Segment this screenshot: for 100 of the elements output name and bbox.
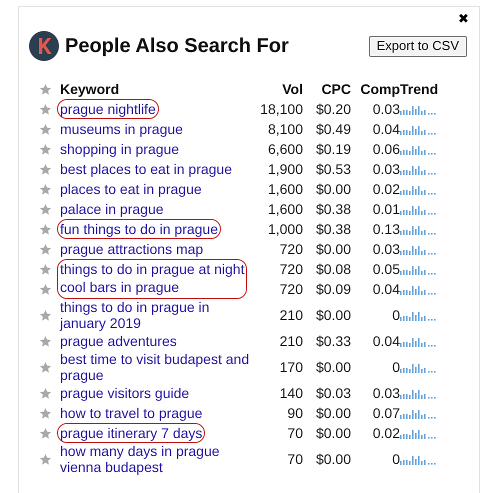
- star-icon[interactable]: [38, 242, 52, 256]
- logo-icon: [29, 31, 59, 61]
- star-icon[interactable]: [38, 406, 52, 420]
- table-cell-text: $0.38: [316, 200, 351, 219]
- table-cell-text: 1,000: [268, 220, 303, 239]
- star-icon[interactable]: [38, 102, 52, 116]
- trend-sparkline: [400, 203, 438, 215]
- trend-sparkline: [400, 335, 438, 347]
- table-cell-text: $0.33: [316, 332, 351, 351]
- table-cell-text: 210: [280, 332, 303, 351]
- star-icon[interactable]: [38, 82, 52, 96]
- table-cell-text: 0.07: [372, 404, 400, 423]
- trend-sparkline: [400, 361, 438, 373]
- keyword-link[interactable]: how to travel to prague: [60, 405, 253, 421]
- star-icon[interactable]: [38, 182, 52, 196]
- table-cell-text: 1,900: [268, 160, 303, 179]
- trend-sparkline: [400, 223, 438, 235]
- trend-sparkline: [400, 283, 438, 295]
- column-header: Keyword: [59, 80, 120, 99]
- export-button[interactable]: Export to CSV: [368, 36, 467, 56]
- keyword-link[interactable]: how many days in prague vienna budapest: [60, 443, 253, 475]
- star-icon[interactable]: [38, 122, 52, 136]
- table-cell-text: 0.06: [372, 140, 400, 159]
- trend-sparkline: [400, 243, 438, 255]
- star-icon[interactable]: [38, 426, 52, 440]
- table-cell-text: $0.20: [316, 100, 351, 119]
- close-button[interactable]: ✖: [458, 11, 469, 27]
- keyword-link[interactable]: museums in prague: [60, 121, 253, 137]
- keyword-link[interactable]: palace in prague: [60, 201, 253, 217]
- table-cell-text: $0.00: [316, 450, 351, 469]
- table-cell-text: 0.03: [372, 240, 400, 259]
- star-icon[interactable]: [38, 142, 52, 156]
- trend-sparkline: [400, 103, 438, 115]
- star-icon[interactable]: [38, 202, 52, 216]
- keyword-link[interactable]: prague itinerary 7 days: [60, 424, 202, 442]
- table-cell-text: 70: [287, 450, 303, 469]
- table-cell-text: $0.00: [316, 424, 351, 443]
- keyword-link[interactable]: things to do in prague at night: [60, 260, 244, 278]
- star-icon[interactable]: [38, 262, 52, 276]
- table-cell-text: $0.38: [316, 220, 351, 239]
- table-cell-text: 0.04: [372, 120, 400, 139]
- table-cell-text: $0.00: [316, 180, 351, 199]
- table-cell-text: 0.05: [372, 260, 400, 279]
- keyword-link[interactable]: prague adventures: [60, 333, 253, 349]
- keyword-link[interactable]: prague visitors guide: [60, 385, 253, 401]
- table-cell-text: 0.02: [372, 424, 400, 443]
- table-cell-text: $0.49: [316, 120, 351, 139]
- star-icon[interactable]: [38, 360, 52, 374]
- table-cell-text: $0.08: [316, 260, 351, 279]
- column-header: Comp: [360, 80, 400, 99]
- table-cell-text: 210: [280, 306, 303, 325]
- keyword-link[interactable]: fun things to do in prague: [60, 220, 218, 238]
- table-cell-text: $0.00: [316, 404, 351, 423]
- column-header: CPC: [321, 80, 351, 99]
- star-icon[interactable]: [38, 386, 52, 400]
- table-cell-text: $0.00: [316, 306, 351, 325]
- trend-sparkline: [400, 163, 438, 175]
- trend-sparkline: [400, 143, 438, 155]
- star-icon[interactable]: [38, 282, 52, 296]
- table-cell-text: 0.02: [372, 180, 400, 199]
- table-cell-text: $0.00: [316, 358, 351, 377]
- table-cell-text: 0.04: [372, 332, 400, 351]
- table-cell-text: 70: [287, 424, 303, 443]
- panel-title: People Also Search For: [65, 34, 289, 58]
- keyword-link[interactable]: places to eat in prague: [60, 181, 253, 197]
- keyword-link[interactable]: best places to eat in prague: [60, 161, 253, 177]
- table-cell-text: 140: [280, 384, 303, 403]
- star-icon[interactable]: [38, 308, 52, 322]
- table-cell-text: 0.04: [372, 280, 400, 299]
- star-icon[interactable]: [38, 452, 52, 466]
- table-cell-text: 0.13: [372, 220, 400, 239]
- table-cell-text: 90: [287, 404, 303, 423]
- table-cell-text: 0.03: [372, 100, 400, 119]
- keyword-link[interactable]: cool bars in prague: [60, 278, 244, 296]
- keyword-link[interactable]: prague attractions map: [60, 241, 253, 257]
- table-cell-text: 720: [280, 260, 303, 279]
- keyword-link[interactable]: prague nightlife: [60, 100, 156, 118]
- star-icon[interactable]: [38, 162, 52, 176]
- table-cell-text: $0.09: [316, 280, 351, 299]
- table-cell-text: 8,100: [268, 120, 303, 139]
- table-cell-text: $0.53: [316, 160, 351, 179]
- trend-sparkline: [400, 263, 438, 275]
- table-cell-text: 0.01: [372, 200, 400, 219]
- table-cell-text: 0: [392, 358, 400, 377]
- table-cell-text: 720: [280, 280, 303, 299]
- table-cell-text: 18,100: [260, 100, 303, 119]
- table-cell-text: 1,600: [268, 200, 303, 219]
- trend-sparkline: [400, 309, 438, 321]
- star-icon[interactable]: [38, 334, 52, 348]
- table-cell-text: 0.03: [372, 384, 400, 403]
- keyword-link[interactable]: shopping in prague: [60, 141, 253, 157]
- table-cell-text: 0: [392, 450, 400, 469]
- star-icon[interactable]: [38, 222, 52, 236]
- column-header: Trend: [400, 80, 438, 99]
- table-cell-text: 0: [392, 306, 400, 325]
- trend-sparkline: [400, 407, 438, 419]
- table-cell-text: 720: [280, 240, 303, 259]
- column-header: Vol: [282, 80, 303, 99]
- table-cell-text: $0.00: [316, 240, 351, 259]
- table-cell-text: 6,600: [268, 140, 303, 159]
